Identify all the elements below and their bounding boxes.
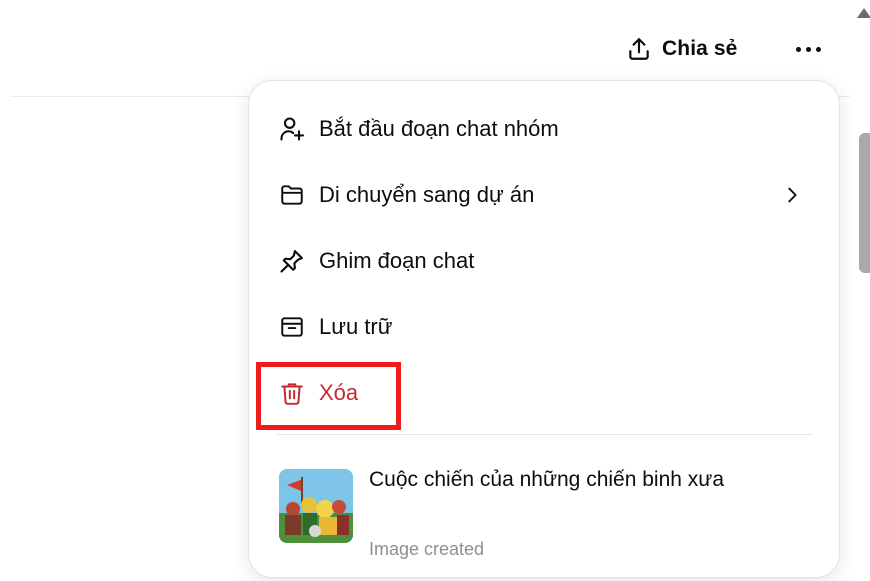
more-dot-icon [815, 46, 821, 52]
share-button[interactable]: Chia sẻ [618, 30, 745, 68]
menu-item-label: Ghim đoạn chat [319, 248, 475, 273]
chat-page: Chia sẻ Bắt đầu đoạn chat nhóm Di chuyển… [0, 0, 870, 581]
menu-item-label: Lưu trữ [319, 314, 393, 339]
scrollbar-thumb[interactable] [859, 133, 870, 273]
share-label: Chia sẻ [662, 37, 738, 60]
menu-item-label: Xóa [319, 380, 359, 405]
recent-image-item[interactable]: Cuộc chiến của những chiến binh xưa Imag… [263, 451, 827, 563]
menu-item-pin-chat[interactable]: Ghim đoạn chat [263, 233, 827, 289]
menu-item-start-group-chat[interactable]: Bắt đầu đoạn chat nhóm [263, 101, 827, 157]
share-upload-icon [626, 36, 652, 62]
pin-icon [277, 246, 307, 276]
menu-divider [277, 434, 813, 435]
more-dot-icon [805, 46, 811, 52]
menu-item-archive[interactable]: Lưu trữ [263, 299, 827, 355]
menu-item-label: Di chuyển sang dự án [319, 182, 535, 207]
recent-image-title: Cuộc chiến của những chiến binh xưa [369, 468, 725, 491]
folder-icon [277, 180, 307, 210]
image-thumbnail [279, 469, 353, 543]
more-options-button[interactable] [786, 30, 830, 68]
trash-icon [277, 378, 307, 408]
scroll-up-arrow-icon[interactable] [857, 8, 870, 18]
more-dot-icon [795, 46, 801, 52]
menu-item-label: Bắt đầu đoạn chat nhóm [319, 116, 559, 141]
user-plus-icon [277, 114, 307, 144]
menu-item-delete[interactable]: Xóa [263, 365, 827, 421]
recent-image-subtitle: Image created [369, 539, 485, 559]
menu-item-move-to-project[interactable]: Di chuyển sang dự án [263, 167, 827, 223]
chat-options-menu: Bắt đầu đoạn chat nhóm Di chuyển sang dự… [248, 80, 840, 578]
archive-icon [277, 312, 307, 342]
chevron-right-icon [781, 182, 803, 213]
